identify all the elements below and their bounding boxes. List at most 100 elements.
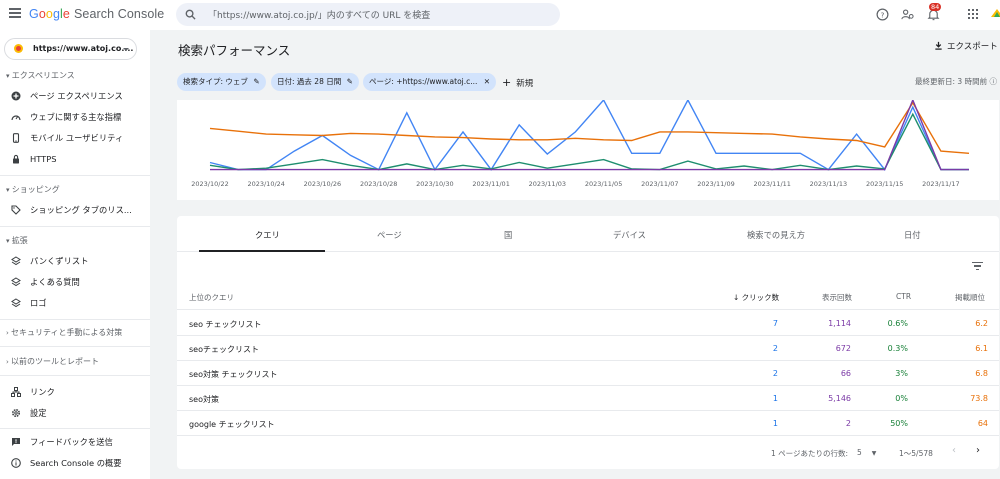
sidebar: https://www.atoj.co.... エクスペリエンス ページ エクス…	[0, 30, 150, 479]
filter-chip-page[interactable]: ページ: +https://www.atoj.c... ✕	[363, 73, 497, 91]
url-inspection-search[interactable]: 「https://www.atoj.co.jp/」内のすべての URL を検査	[176, 3, 560, 26]
apps-grid-icon[interactable]	[968, 9, 978, 19]
gear-icon	[11, 408, 21, 418]
rows-per-page-select[interactable]: 5 ▼	[857, 448, 876, 457]
cell-position: 6.1	[975, 344, 988, 353]
lock-icon	[13, 154, 19, 164]
table-row[interactable]: seo チェックリスト 7 1,114 0.6% 6.2	[177, 311, 999, 336]
sidebar-item-about[interactable]: Search Console の概要	[11, 456, 122, 470]
add-filter-button[interactable]: + 新規	[502, 76, 533, 89]
cell-query: seo対策 チェックリスト	[189, 370, 278, 379]
sidebar-divider	[0, 428, 150, 429]
sidebar-item-settings[interactable]: 設定	[11, 406, 47, 420]
performance-chart[interactable]: 2023/10/22 2023/10/24 2023/10/26 2023/10/28…	[177, 98, 999, 200]
sidebar-item-label: パンくずリスト	[30, 256, 89, 266]
layers-icon	[11, 256, 21, 266]
tab-queries[interactable]: クエリ	[255, 229, 280, 241]
x-tick-label: 2023/11/11	[753, 180, 790, 188]
property-selector[interactable]: https://www.atoj.co....	[4, 38, 137, 60]
cell-query: seoチェックリスト	[189, 345, 259, 354]
sidebar-item-page-experience[interactable]: ページ エクスペリエンス	[11, 89, 123, 103]
x-tick-label: 2023/11/13	[810, 180, 847, 188]
cell-ctr: 0.6%	[887, 319, 908, 328]
logo-letter: o	[45, 7, 53, 21]
chevron-down-icon	[123, 48, 129, 51]
sidebar-item-faq[interactable]: よくある質問	[11, 275, 80, 289]
sidebar-item-label: ページ エクスペリエンス	[30, 91, 123, 101]
tab-dates[interactable]: 日付	[904, 229, 921, 241]
section-security[interactable]: セキュリティと手動による対策	[6, 327, 122, 338]
table-row[interactable]: seo対策 チェックリスト 2 66 3% 6.8	[177, 361, 999, 386]
table-row[interactable]: seo対策 1 5,146 0% 73.8	[177, 386, 999, 411]
sidebar-item-label: HTTPS	[30, 154, 57, 164]
layers-icon	[11, 298, 21, 308]
section-legacy-tools[interactable]: 以前のツールとレポート	[6, 356, 99, 367]
data-table-card: クエリ ページ 国 デバイス 検索での見え方 日付 上位のクエリ ↓ クリック数…	[177, 216, 999, 469]
logo-letter: g	[52, 7, 61, 21]
header-clicks[interactable]: ↓ クリック数	[733, 292, 779, 303]
cell-query: seo チェックリスト	[189, 320, 262, 329]
filter-chip-label: 日付: 過去 28 日間	[277, 77, 342, 86]
pencil-icon[interactable]: ✎	[347, 77, 353, 86]
caret-down-icon: ▼	[871, 450, 877, 457]
sidebar-item-shopping-tab[interactable]: ショッピング タブのリス...	[11, 203, 132, 217]
cell-query: seo対策	[189, 395, 219, 404]
header-position[interactable]: 掲載順位	[955, 292, 985, 303]
sidebar-divider	[0, 226, 150, 227]
filter-chip-search-type[interactable]: 検索タイプ: ウェブ ✎	[177, 73, 266, 91]
sidebar-item-label: ショッピング タブのリス...	[30, 205, 132, 215]
sidebar-item-core-web-vitals[interactable]: ウェブに関する主な指標	[11, 110, 121, 124]
x-tick-label: 2023/11/01	[472, 180, 509, 188]
help-icon[interactable]: ⓘ	[989, 77, 997, 86]
pencil-icon[interactable]: ✎	[253, 77, 259, 86]
sidebar-item-label: Search Console の概要	[30, 458, 122, 468]
header-impressions[interactable]: 表示回数	[822, 292, 852, 303]
tab-search-appearance[interactable]: 検索での見え方	[747, 229, 805, 241]
page-range: 1〜5/578	[899, 449, 933, 458]
users-settings-icon[interactable]	[901, 8, 914, 21]
prev-page-icon[interactable]: ‹	[952, 445, 956, 456]
table-row[interactable]: seoチェックリスト 2 672 0.3% 6.1	[177, 336, 999, 361]
next-page-icon[interactable]: ›	[976, 445, 980, 456]
sidebar-item-mobile-usability[interactable]: モバイル ユーザビリティ	[11, 131, 123, 145]
section-shopping[interactable]: ショッピング	[6, 184, 60, 195]
cell-ctr: 0%	[895, 394, 908, 403]
phone-icon	[12, 133, 20, 143]
tab-countries[interactable]: 国	[504, 229, 512, 241]
tab-devices[interactable]: デバイス	[613, 229, 646, 241]
logo-product-name: Search Console	[73, 7, 165, 21]
cell-clicks: 7	[772, 319, 778, 328]
help-icon[interactable]: ?	[876, 8, 889, 21]
filter-chip-date[interactable]: 日付: 過去 28 日間 ✎	[271, 73, 359, 91]
notification-badge: 84	[929, 3, 942, 11]
header-query[interactable]: 上位のクエリ	[189, 292, 234, 303]
page-header: 検索パフォーマンス エクスポート 検索タイプ: ウェブ ✎ 日付: 過去 28 …	[150, 30, 1000, 100]
svg-text:?: ?	[881, 10, 885, 19]
tab-pages[interactable]: ページ	[377, 229, 402, 241]
sidebar-item-label: ウェブに関する主な指標	[30, 112, 122, 122]
search-icon	[185, 9, 196, 20]
x-tick-label: 2023/10/28	[360, 180, 397, 188]
sidebar-divider	[0, 346, 150, 347]
filter-rows-icon[interactable]	[972, 262, 983, 271]
x-tick-label: 2023/11/15	[866, 180, 903, 188]
close-icon[interactable]: ✕	[484, 77, 490, 86]
section-experience[interactable]: エクスペリエンス	[6, 70, 75, 81]
cell-clicks: 2	[772, 344, 778, 353]
sidebar-item-feedback[interactable]: フィードバックを送信	[11, 435, 113, 449]
menu-icon[interactable]	[9, 8, 21, 20]
sidebar-item-breadcrumbs[interactable]: パンくずリスト	[11, 254, 89, 268]
page-title: 検索パフォーマンス	[178, 43, 291, 58]
header-ctr[interactable]: CTR	[896, 292, 911, 301]
last-updated: 最終更新日: 3 時間前 ⓘ	[915, 76, 997, 87]
logo-letter: o	[38, 7, 46, 21]
sidebar-item-links[interactable]: リンク	[11, 385, 55, 399]
sidebar-item-logo[interactable]: ロゴ	[11, 296, 47, 310]
export-button[interactable]: エクスポート	[934, 40, 998, 52]
section-enhancements[interactable]: 拡張	[6, 235, 28, 246]
account-avatar[interactable]	[990, 6, 1000, 20]
sidebar-item-https[interactable]: HTTPS	[11, 152, 57, 166]
table-row[interactable]: google チェックリスト 1 2 50% 64	[177, 411, 999, 436]
app-logo[interactable]: Google Search Console	[29, 7, 164, 21]
active-tab-indicator	[199, 250, 325, 252]
